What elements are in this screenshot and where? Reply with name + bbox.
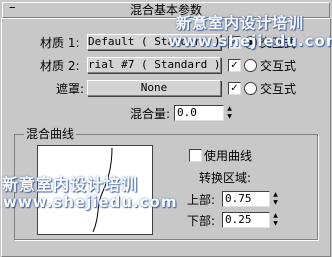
spinner-down-icon[interactable]: ▼ [272, 220, 279, 228]
lower-input[interactable]: 0.25 [222, 212, 270, 228]
material1-enable-checkbox[interactable]: ✓ [228, 36, 241, 49]
upper-input[interactable]: 0.75 [222, 191, 270, 207]
rollout-header[interactable]: – 混合基本参数 [2, 0, 330, 18]
mix-amount-label: 混合量: [130, 107, 171, 121]
use-curve-checkbox[interactable] [189, 149, 202, 162]
curve-plot [92, 147, 113, 233]
material2-interactive-label: 交互式 [260, 59, 297, 73]
mask-button[interactable]: None [87, 80, 221, 96]
material2-button[interactable]: rial #7 ( Standard ) [87, 57, 221, 73]
material1-interactive-label: 交互式 [260, 36, 297, 50]
upper-spinner[interactable]: ▲ ▼ [272, 191, 279, 207]
mask-interactive-label: 交互式 [260, 82, 297, 96]
lower-spinner[interactable]: ▲ ▼ [272, 212, 279, 228]
material1-button[interactable]: Default ( Standard ) [87, 34, 221, 50]
mask-interactive-radio[interactable] [244, 82, 257, 95]
material2-label: 材质 2: [40, 59, 80, 73]
material1-label: 材质 1: [40, 36, 80, 50]
use-curve-label: 使用曲线 [204, 149, 253, 163]
mix-curve-title: 混合曲线 [24, 127, 77, 141]
transition-zone-label: 转换区域: [199, 171, 252, 185]
spinner-up-icon[interactable]: ▲ [272, 191, 279, 199]
spinner-down-icon[interactable]: ▼ [272, 199, 279, 207]
curve-line [92, 147, 113, 233]
rollout-title: 混合基本参数 [129, 3, 202, 17]
mix-amount-input[interactable]: 0.0 [174, 105, 224, 121]
spinner-up-icon[interactable]: ▲ [272, 212, 279, 220]
upper-label: 上部: [187, 193, 216, 207]
spinner-up-icon[interactable]: ▲ [226, 105, 233, 113]
material2-interactive-radio[interactable] [244, 59, 257, 72]
mask-enable-checkbox[interactable]: ✓ [228, 82, 241, 95]
lower-label: 下部: [187, 214, 216, 228]
mix-amount-spinner[interactable]: ▲ ▼ [226, 105, 233, 121]
spinner-down-icon[interactable]: ▼ [226, 113, 233, 121]
material1-interactive-radio[interactable] [244, 36, 257, 49]
mix-curve-graph [37, 145, 153, 235]
mask-label: 遮罩: [56, 82, 85, 96]
material2-enable-checkbox[interactable]: ✓ [228, 59, 241, 72]
